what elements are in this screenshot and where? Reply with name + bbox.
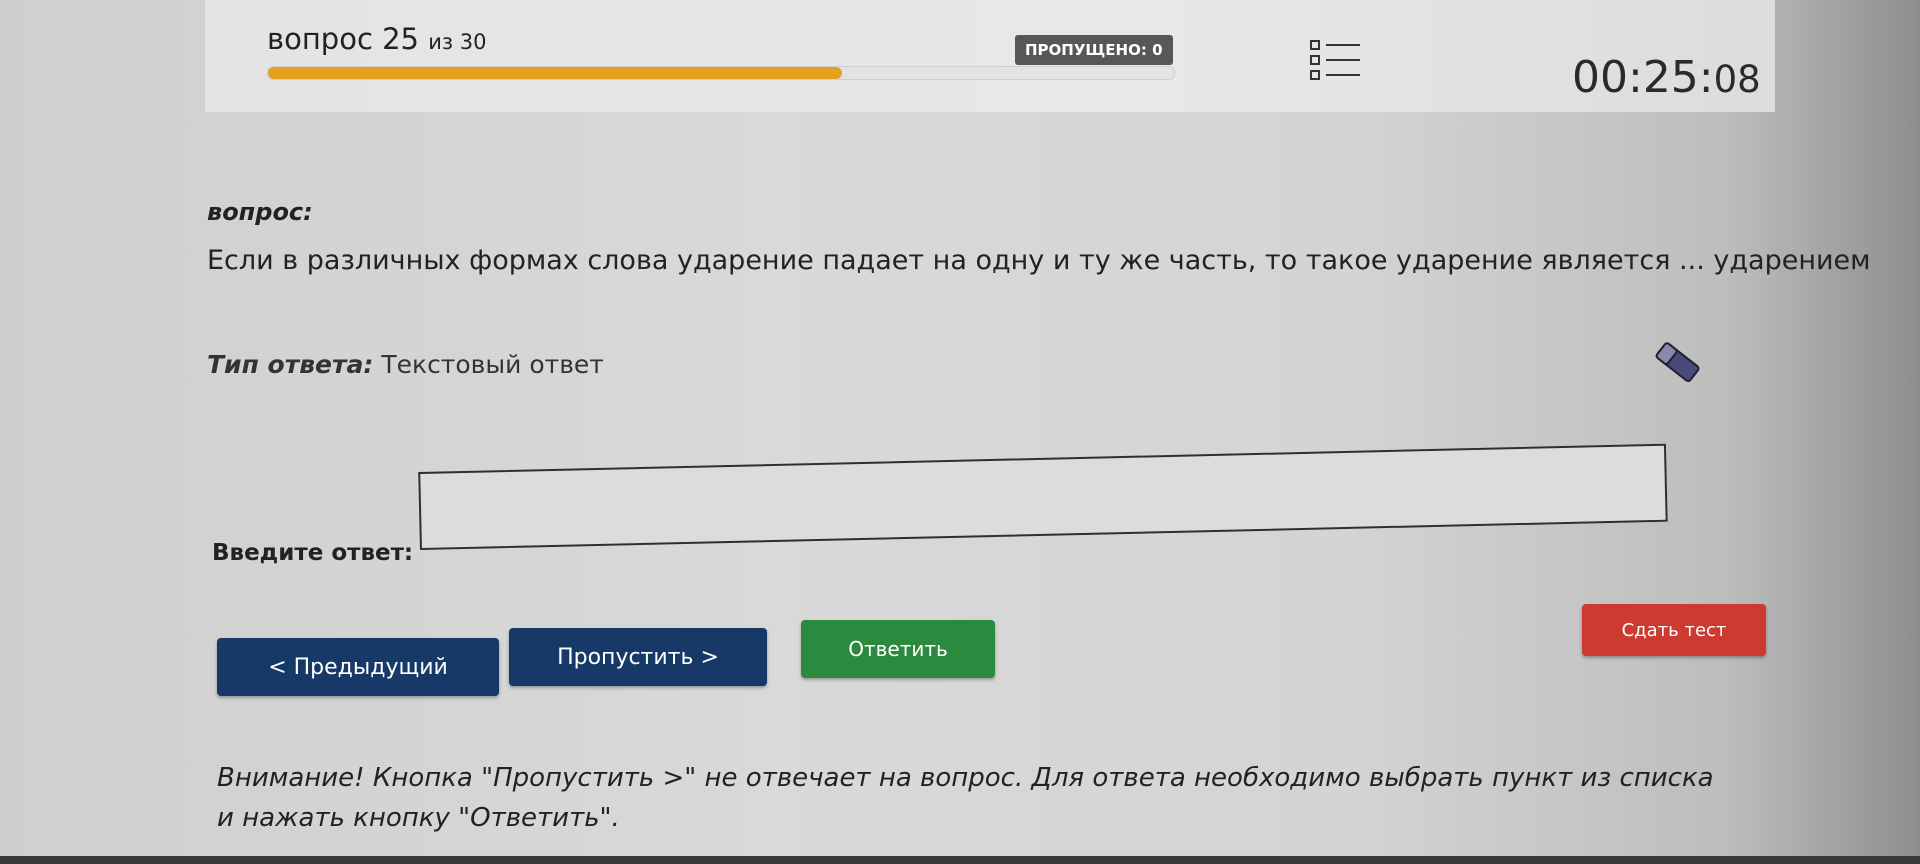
question-counter-label: вопрос <box>267 22 373 56</box>
timer: 00:25:08 <box>1572 52 1761 103</box>
progress-bar <box>267 66 1175 80</box>
previous-button[interactable]: < Предыдущий <box>217 638 499 696</box>
timer-main: 00:25: <box>1572 52 1714 103</box>
question-text: Если в различных формах слова ударение п… <box>207 245 1871 276</box>
timer-seconds: 08 <box>1713 58 1761 101</box>
warning-text: Внимание! Кнопка "Пропустить >" не отвеч… <box>217 763 1714 833</box>
answer-type-value: Текстовый ответ <box>381 350 604 379</box>
eraser-icon[interactable] <box>1650 338 1704 388</box>
question-counter: вопрос 25 из 30 <box>267 22 486 56</box>
skip-button[interactable]: Пропустить > <box>509 628 767 686</box>
question-list-icon[interactable] <box>1308 38 1364 84</box>
answer-type: Тип ответа: Текстовый ответ <box>207 350 604 379</box>
skipped-count-badge: ПРОПУЩЕНО: 0 <box>1015 35 1173 65</box>
answer-input[interactable] <box>418 443 1668 550</box>
screen-bezel <box>0 856 1920 864</box>
progress-bar-fill <box>268 67 843 79</box>
answer-type-label: Тип ответа: <box>207 350 374 379</box>
answer-field-label: Введите ответ: <box>212 540 414 566</box>
header-bar <box>205 0 1775 112</box>
question-label: вопрос: <box>207 198 313 226</box>
question-total: из 30 <box>428 30 487 54</box>
submit-test-button[interactable]: Сдать тест <box>1582 604 1766 656</box>
question-number: 25 <box>382 22 420 56</box>
answer-button[interactable]: Ответить <box>801 620 995 678</box>
